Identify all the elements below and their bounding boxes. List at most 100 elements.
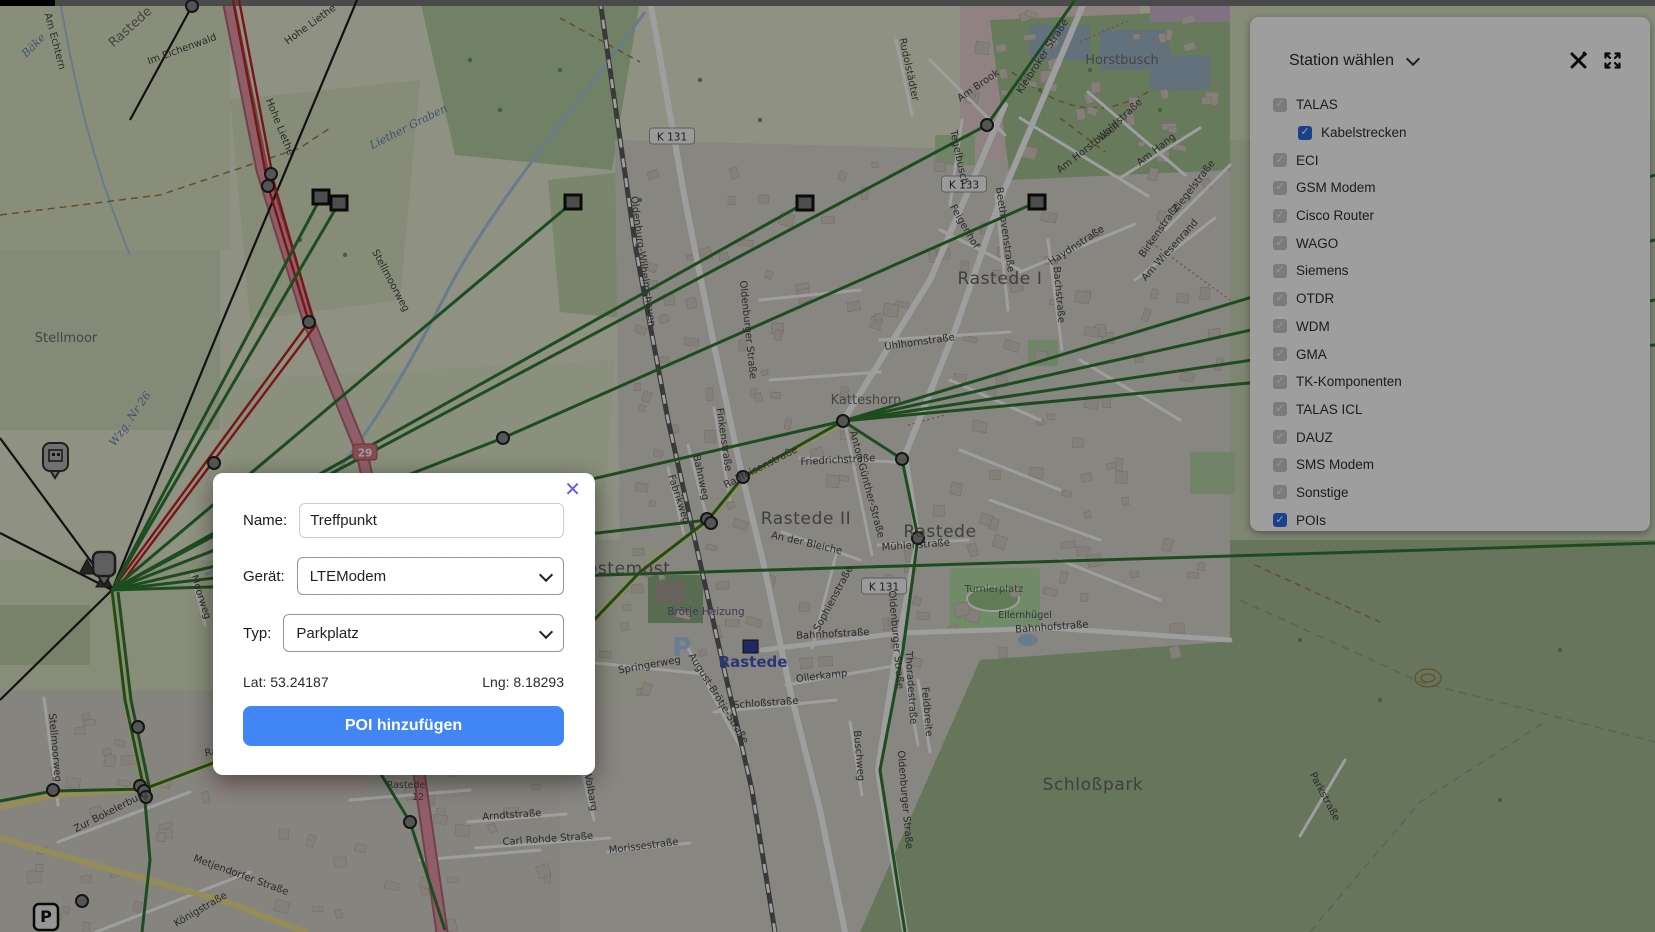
poi-name-label: Name: [243, 512, 287, 529]
network-node[interactable] [208, 457, 220, 469]
station-filter-row-pois: ✓POIs [1273, 506, 1622, 534]
poi-name-input[interactable] [299, 503, 564, 538]
checkbox-otdr[interactable]: ✓ [1273, 292, 1287, 306]
network-node[interactable] [47, 784, 59, 796]
station-filter-label: Cisco Router [1296, 208, 1374, 223]
draw-tools-icon[interactable] [1569, 51, 1588, 70]
checkbox-dauz[interactable]: ✓ [1273, 430, 1287, 444]
station-square-marker[interactable] [797, 196, 813, 210]
poi-type-select[interactable]: Parkplatz [283, 614, 564, 652]
top-strip [0, 0, 1655, 6]
station-filter-row-talas-icl: ✓ TALAS ICL [1273, 396, 1622, 424]
station-filter-row-kabelstrecken: ✓ Kabelstrecken [1273, 119, 1622, 147]
poi-lng-value: Lng: 8.18293 [482, 674, 564, 690]
station-filter-row-wago: ✓ WAGO [1273, 229, 1622, 257]
station-filter-row-eci: ✓ ECI [1273, 146, 1622, 174]
station-filter-row-gsm-modem: ✓ GSM Modem [1273, 174, 1622, 202]
checkbox-talas-icl[interactable]: ✓ [1273, 402, 1287, 416]
poi-coordinates: Lat: 53.24187 Lng: 8.18293 [243, 674, 564, 690]
poi-add-button[interactable]: POI hinzufügen [243, 706, 564, 746]
station-filter-label: TK-Komponenten [1296, 374, 1402, 389]
poi-device-select[interactable]: LTEModem [297, 557, 564, 595]
poi-lat-value: Lat: 53.24187 [243, 674, 329, 690]
checkbox-gma[interactable]: ✓ [1273, 347, 1287, 361]
station-filter-row-dauz: ✓ DAUZ [1273, 423, 1622, 451]
map-label: Rastede [387, 780, 426, 791]
station-filter-row-sonstige: ✓Sonstige [1273, 479, 1622, 507]
station-filter-label: WAGO [1296, 236, 1338, 251]
poi-device-label: Gerät: [243, 568, 285, 585]
station-filter-label: TALAS ICL [1296, 402, 1363, 417]
chevron-down-icon [1406, 51, 1420, 65]
station-filter-label: TALAS [1296, 97, 1338, 112]
network-node[interactable] [981, 119, 993, 131]
map-label: Horstbusch [1085, 53, 1159, 68]
checkbox-tk-komponenten[interactable]: ✓ [1273, 375, 1287, 389]
station-filter-row-otdr: ✓ OTDR [1273, 285, 1622, 313]
map-label: Rastede [903, 522, 976, 542]
close-icon[interactable]: ✕ [564, 477, 581, 501]
station-select-label: Station wählen [1289, 52, 1394, 70]
poi-type-label: Typ: [243, 625, 271, 642]
road-badge-text: K 131 [657, 132, 687, 144]
checkbox-talas[interactable]: ✓ [1273, 98, 1287, 112]
checkbox-wdm[interactable]: ✓ [1273, 319, 1287, 333]
network-node[interactable] [303, 316, 315, 328]
station-filter-row-siemens: ✓Siemens [1273, 257, 1622, 285]
station-square-marker[interactable] [1029, 195, 1045, 209]
network-node[interactable] [265, 168, 277, 180]
station-filter-label: GMA [1296, 347, 1327, 362]
checkbox-kabelstrecken[interactable]: ✓ [1298, 126, 1312, 140]
network-node[interactable] [404, 816, 416, 828]
fullscreen-expand-icon[interactable] [1603, 51, 1622, 70]
map-label: Stellmoor [35, 331, 98, 346]
parking-balloon[interactable]: P [34, 904, 58, 930]
station-panel-header: Station wählen [1273, 51, 1622, 70]
checkbox-eci[interactable]: ✓ [1273, 153, 1287, 167]
station-filter-row-gma: ✓ GMA [1273, 340, 1622, 368]
map-label: Brötje Heizung [667, 606, 744, 618]
network-node[interactable] [76, 895, 88, 907]
svg-text:P: P [40, 907, 52, 926]
station-square-marker[interactable] [313, 190, 329, 204]
app-window: PP K 131K 133K 13129 RastedeHohe LietheI… [0, 0, 1655, 932]
station-filter-label: SMS Modem [1296, 457, 1374, 472]
network-node[interactable] [837, 415, 849, 427]
checkbox-cisco-router[interactable]: ✓ [1273, 209, 1287, 223]
station-filter-row-sms-modem: ✓ SMS Modem [1273, 451, 1622, 479]
checkbox-wago[interactable]: ✓ [1273, 236, 1287, 250]
map-label: Rastede I [958, 269, 1043, 289]
map-label: Schloßpark [1043, 775, 1144, 795]
station-select-dropdown[interactable]: Station wählen [1289, 52, 1418, 70]
station-filter-label: GSM Modem [1296, 180, 1376, 195]
poi-dialog: ✕ Name: Gerät: LTEModem Typ: Parkplatz L… [213, 473, 595, 775]
station-filter-label: ECI [1296, 153, 1319, 168]
station-square-marker[interactable] [565, 195, 581, 209]
checkbox-sonstige[interactable]: ✓ [1273, 485, 1287, 499]
network-node[interactable] [896, 453, 908, 465]
map-label: Rastede [719, 653, 788, 671]
checkbox-gsm-modem[interactable]: ✓ [1273, 181, 1287, 195]
network-node[interactable] [132, 721, 144, 733]
station-filter-row-wdm: ✓WDM [1273, 313, 1622, 341]
network-node[interactable] [705, 517, 717, 529]
network-node[interactable] [262, 180, 274, 192]
station-filter-label: Kabelstrecken [1321, 125, 1407, 140]
poi-device-row: Gerät: LTEModem [243, 557, 564, 595]
network-node[interactable] [497, 432, 509, 444]
map-label: Ellernhügel [998, 610, 1051, 621]
checkbox-siemens[interactable]: ✓ [1273, 264, 1287, 278]
map-label: Rastede II [761, 509, 852, 529]
top-strip-corner [0, 0, 55, 6]
station-filter-row-talas: ✓ TALAS [1273, 91, 1622, 119]
station-filter-label: DAUZ [1296, 430, 1333, 445]
station-filter-label: OTDR [1296, 291, 1334, 306]
station-square-marker[interactable] [331, 196, 347, 210]
network-node[interactable] [186, 0, 198, 12]
railway-station-icon[interactable] [743, 640, 758, 653]
station-filter-row-cisco-router: ✓ Cisco Router [1273, 202, 1622, 230]
checkbox-sms-modem[interactable]: ✓ [1273, 458, 1287, 472]
poi-name-row: Name: [243, 503, 564, 538]
checkbox-pois[interactable]: ✓ [1273, 513, 1287, 527]
station-filter-list: ✓ TALAS ✓ Kabelstrecken ✓ ECI ✓ GSM Modem ✓ Cisco… [1273, 91, 1622, 534]
